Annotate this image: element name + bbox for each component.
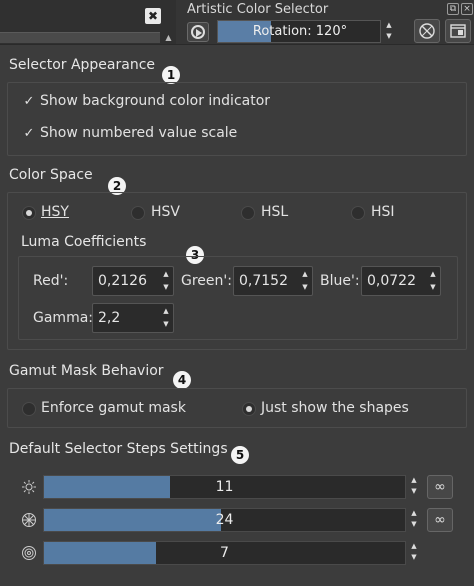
sun-icon	[22, 480, 36, 494]
red-label: Red':	[33, 273, 69, 289]
value-steps-arrows[interactable]: ▲ ▼	[408, 541, 420, 565]
play-button[interactable]	[187, 22, 209, 42]
float-dock-icon[interactable]: ⧉	[447, 3, 459, 15]
radio-hsl[interactable]	[241, 206, 255, 220]
saturation-steps-arrows[interactable]: ▲ ▼	[408, 508, 420, 532]
settings-panel-icon	[450, 24, 466, 38]
red-value: 0,2126	[98, 273, 147, 289]
blue-coefficient-spinbox[interactable]: 0,0722 ▲ ▼	[361, 266, 441, 296]
gamma-spinbox[interactable]: 2,2 ▲ ▼	[92, 303, 174, 333]
just-show-shapes-label[interactable]: Just show the shapes	[261, 400, 409, 416]
blue-label: Blue':	[320, 273, 360, 289]
radio-hsl-label[interactable]: HSL	[261, 204, 288, 220]
spin-up-icon[interactable]: ▲	[300, 270, 310, 279]
enforce-gamut-mask-label[interactable]: Enforce gamut mask	[41, 400, 186, 416]
spin-up-icon[interactable]: ▲	[161, 270, 171, 279]
spin-down-icon[interactable]: ▼	[428, 283, 438, 292]
dock-title: Artistic Color Selector	[187, 2, 329, 17]
close-icon[interactable]: ✖	[145, 8, 161, 24]
selector-steps-title: Default Selector Steps Settings	[9, 441, 228, 457]
blue-value: 0,0722	[367, 273, 416, 289]
reset-wheel-icon	[419, 23, 435, 39]
left-panel-scrollbar[interactable]	[0, 32, 160, 43]
red-coefficient-spinbox[interactable]: 0,2126 ▲ ▼	[92, 266, 174, 296]
radio-enforce-gamut-mask[interactable]	[22, 402, 36, 416]
radio-hsy[interactable]	[22, 206, 36, 220]
radio-hsi-label[interactable]: HSI	[371, 204, 395, 220]
reset-button[interactable]	[414, 19, 440, 43]
saturation-steps-infinity-button[interactable]: ∞	[427, 508, 453, 532]
rotation-label: Rotation: 120°	[252, 24, 348, 39]
green-coefficient-spinbox[interactable]: 0,7152 ▲ ▼	[233, 266, 313, 296]
rings-icon	[22, 546, 36, 560]
radio-hsy-label[interactable]: HSY	[41, 204, 69, 220]
gamma-label: Gamma:	[33, 310, 93, 326]
value-steps-value: 7	[220, 545, 229, 561]
callout-badge-4: 4	[173, 371, 191, 389]
radio-hsi[interactable]	[351, 206, 365, 220]
spin-down-icon[interactable]: ▼	[300, 283, 310, 292]
infinity-icon: ∞	[434, 512, 446, 528]
show-bg-indicator-checkbox[interactable]: ✓	[23, 95, 35, 108]
show-bg-indicator-label[interactable]: Show background color indicator	[40, 93, 270, 109]
close-dock-icon[interactable]: ×	[461, 3, 473, 15]
green-label: Green':	[181, 273, 232, 289]
infinity-icon: ∞	[434, 479, 446, 495]
saturation-steps-slider[interactable]: 24	[43, 508, 406, 532]
luma-coefficients-title: Luma Coefficients	[21, 234, 147, 250]
hue-steps-arrows[interactable]: ▲ ▼	[408, 475, 420, 499]
saturation-steps-value: 24	[215, 512, 234, 528]
gamma-value: 2,2	[98, 310, 121, 326]
gamut-mask-title: Gamut Mask Behavior	[9, 363, 164, 379]
spin-up-icon[interactable]: ▲	[428, 270, 438, 279]
show-value-scale-label[interactable]: Show numbered value scale	[40, 125, 237, 141]
spin-down-icon[interactable]: ▼	[161, 320, 171, 329]
spin-up-icon[interactable]: ▲	[161, 307, 171, 316]
spin-down-icon[interactable]: ▼	[161, 283, 171, 292]
hue-steps-slider[interactable]: 11	[43, 475, 406, 499]
radio-just-show-shapes[interactable]	[242, 402, 256, 416]
radio-hsv[interactable]	[131, 206, 145, 220]
hue-steps-infinity-button[interactable]: ∞	[427, 475, 453, 499]
rotation-spin-arrows[interactable]: ▲ ▼	[383, 20, 395, 43]
settings-button[interactable]	[445, 19, 471, 43]
callout-badge-5: 5	[231, 446, 249, 464]
green-value: 0,7152	[239, 273, 288, 289]
hue-steps-value: 11	[215, 479, 234, 495]
value-steps-slider[interactable]: 7	[43, 541, 406, 565]
rotation-slider[interactable]: Rotation: 120°	[217, 20, 381, 43]
show-value-scale-checkbox[interactable]: ✓	[23, 127, 35, 140]
scroll-up-icon[interactable]: ▲	[163, 32, 174, 43]
radio-hsv-label[interactable]: HSV	[151, 204, 180, 220]
selector-appearance-title: Selector Appearance	[9, 57, 156, 73]
wheel-icon	[22, 513, 36, 527]
color-space-title: Color Space	[9, 167, 93, 183]
